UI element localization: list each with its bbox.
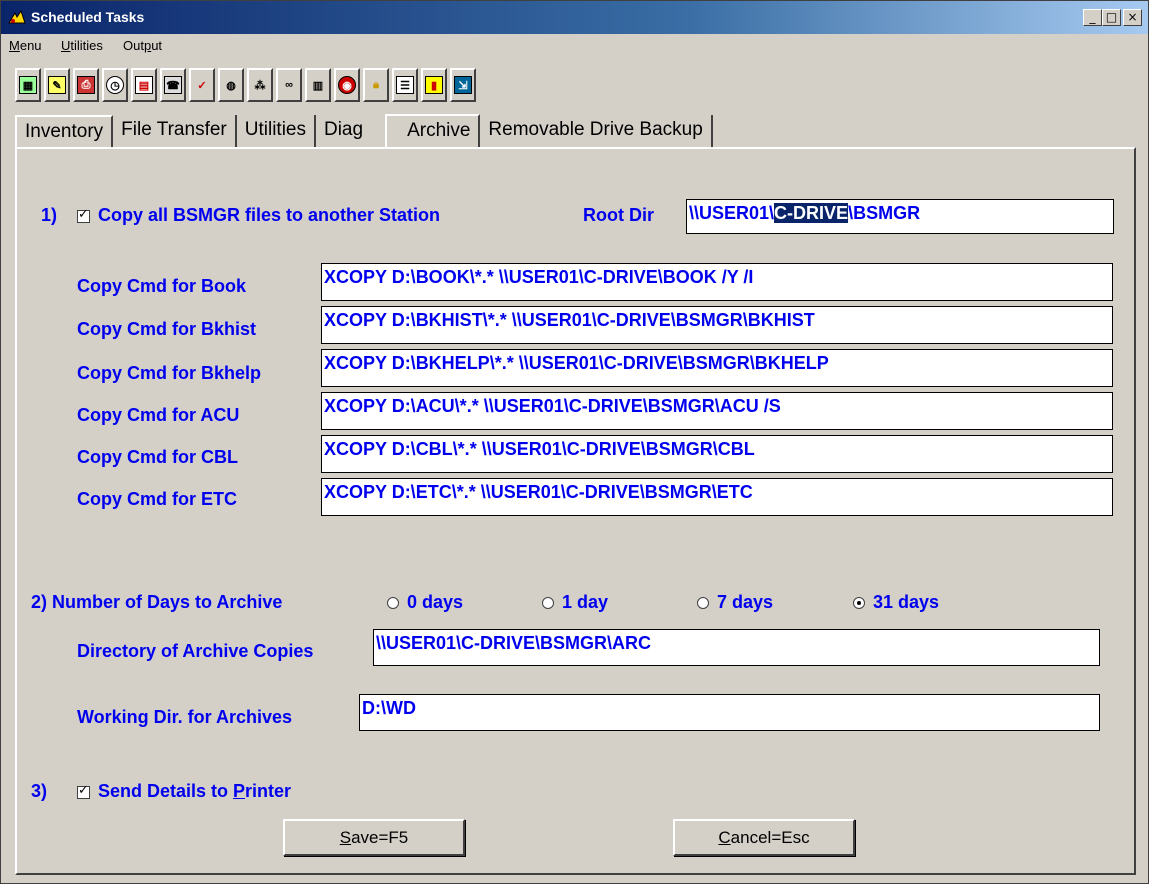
menu-item-output[interactable]: Output	[123, 38, 162, 53]
working-dir-input[interactable]: D:\WD	[359, 694, 1100, 731]
clock-icon[interactable]: ◷	[102, 68, 128, 102]
copy-cmd-acu-input[interactable]: XCOPY D:\ACU\*.* \\USER01\C-DRIVE\BSMGR\…	[321, 392, 1113, 430]
checkbox-icon[interactable]	[77, 207, 90, 223]
tab-archive[interactable]: Archive	[385, 114, 481, 148]
close-button[interactable]: ×	[1123, 9, 1142, 26]
root-dir-label: Root Dir	[583, 205, 654, 225]
spellcheck-icon[interactable]: ✓	[189, 68, 215, 102]
radio-7-days[interactable]: 7 days	[697, 592, 773, 613]
archive-dir-label: Directory of Archive Copies	[77, 641, 314, 661]
save-button[interactable]: Save=F5	[283, 819, 465, 856]
section1-number: 1)	[41, 205, 58, 225]
tab-file-transfer[interactable]: File Transfer	[113, 115, 237, 148]
glasses-icon[interactable]: ∞	[276, 68, 302, 102]
calendar-icon[interactable]: ▤	[131, 68, 157, 102]
copy-cmd-bkhelp-label: Copy Cmd for Bkhelp	[77, 363, 262, 383]
menu-item-menu[interactable]: Menu	[9, 38, 42, 53]
copy-all-checkbox[interactable]: Copy all BSMGR files to another Station	[77, 205, 440, 226]
phone-icon[interactable]: ☎	[160, 68, 186, 102]
send-details-checkbox[interactable]: Send Details to Printer	[77, 781, 291, 802]
menu-item-utilities[interactable]: Utilities	[61, 38, 103, 53]
radio-icon[interactable]	[387, 597, 399, 610]
section3-number: 3)	[31, 781, 48, 801]
maximize-button[interactable]: □	[1102, 9, 1121, 26]
title-bar[interactable]: Scheduled Tasks _ □ ×	[1, 1, 1148, 34]
notepad-icon[interactable]: ✎	[44, 68, 70, 102]
tab-removable-drive-backup[interactable]: Removable Drive Backup	[480, 115, 713, 148]
radio-0-days[interactable]: 0 days	[387, 592, 463, 613]
network-icon[interactable]: ⁂	[247, 68, 273, 102]
tab-diag[interactable]: Diag	[315, 115, 386, 148]
copy-cmd-bkhist-label: Copy Cmd for Bkhist	[77, 319, 257, 339]
radio-31-days[interactable]: 31 days	[853, 592, 939, 613]
toolbar: ▦ ✎ ⎙ ◷ ▤ ☎ ✓ ◍ ⁂ ∞ ▥ ◉ 🔒︎ ☰ ▮ ⇲	[15, 68, 479, 102]
days-to-archive-label: 2) Number of Days to Archive	[31, 592, 283, 612]
binoculars-icon[interactable]: ◍	[218, 68, 244, 102]
radio-selected-icon[interactable]	[853, 597, 865, 610]
copy-all-label: Copy all BSMGR files to another Station	[98, 205, 441, 225]
barcode-icon[interactable]: ▥	[305, 68, 331, 102]
copy-cmd-cbl-label: Copy Cmd for CBL	[77, 447, 238, 467]
printer-icon[interactable]: ⎙	[73, 68, 99, 102]
app-window: Scheduled Tasks _ □ × Menu Utilities Out…	[0, 0, 1149, 884]
calculator-icon[interactable]: ▦	[15, 68, 41, 102]
exit-icon[interactable]: ⇲	[450, 68, 476, 102]
working-dir-label: Working Dir. for Archives	[77, 707, 293, 727]
minimize-button[interactable]: _	[1083, 9, 1102, 26]
checkbox-icon[interactable]	[77, 783, 90, 799]
copy-cmd-book-input[interactable]: XCOPY D:\BOOK\*.* \\USER01\C-DRIVE\BOOK …	[321, 263, 1113, 301]
window-title: Scheduled Tasks	[31, 9, 145, 25]
copy-cmd-bkhelp-input[interactable]: XCOPY D:\BKHELP\*.* \\USER01\C-DRIVE\BSM…	[321, 349, 1113, 387]
copy-cmd-etc-input[interactable]: XCOPY D:\ETC\*.* \\USER01\C-DRIVE\BSMGR\…	[321, 478, 1113, 516]
radio-icon[interactable]	[542, 597, 554, 610]
properties-icon[interactable]: ☰	[392, 68, 418, 102]
archive-dir-input[interactable]: \\USER01\C-DRIVE\BSMGR\ARC	[373, 629, 1100, 666]
copy-cmd-etc-label: Copy Cmd for ETC	[77, 489, 237, 509]
radio-1-day[interactable]: 1 day	[542, 592, 608, 613]
archive-panel: 1) Copy all BSMGR files to another Stati…	[15, 147, 1136, 875]
copy-cmd-cbl-input[interactable]: XCOPY D:\CBL\*.* \\USER01\C-DRIVE\BSMGR\…	[321, 435, 1113, 473]
root-dir-input[interactable]: \\USER01\C-DRIVE\BSMGR	[686, 199, 1114, 234]
target-icon[interactable]: ◉	[334, 68, 360, 102]
radio-icon[interactable]	[697, 597, 709, 610]
tab-strip: Inventory File Transfer Utilities Diag A…	[15, 114, 713, 148]
menu-bar: Menu Utilities Output	[1, 34, 1148, 56]
chart-icon[interactable]: ▮	[421, 68, 447, 102]
tab-inventory[interactable]: Inventory	[15, 115, 114, 148]
cancel-button[interactable]: Cancel=Esc	[673, 819, 855, 856]
tab-utilities[interactable]: Utilities	[236, 115, 316, 148]
scheduled-tasks-icon	[8, 9, 26, 24]
copy-cmd-bkhist-input[interactable]: XCOPY D:\BKHIST\*.* \\USER01\C-DRIVE\BSM…	[321, 306, 1113, 344]
root-dir-selection: C-DRIVE	[774, 203, 849, 223]
copy-cmd-acu-label: Copy Cmd for ACU	[77, 405, 240, 425]
copy-cmd-book-label: Copy Cmd for Book	[77, 276, 246, 296]
lock-icon[interactable]: 🔒︎	[363, 68, 389, 102]
